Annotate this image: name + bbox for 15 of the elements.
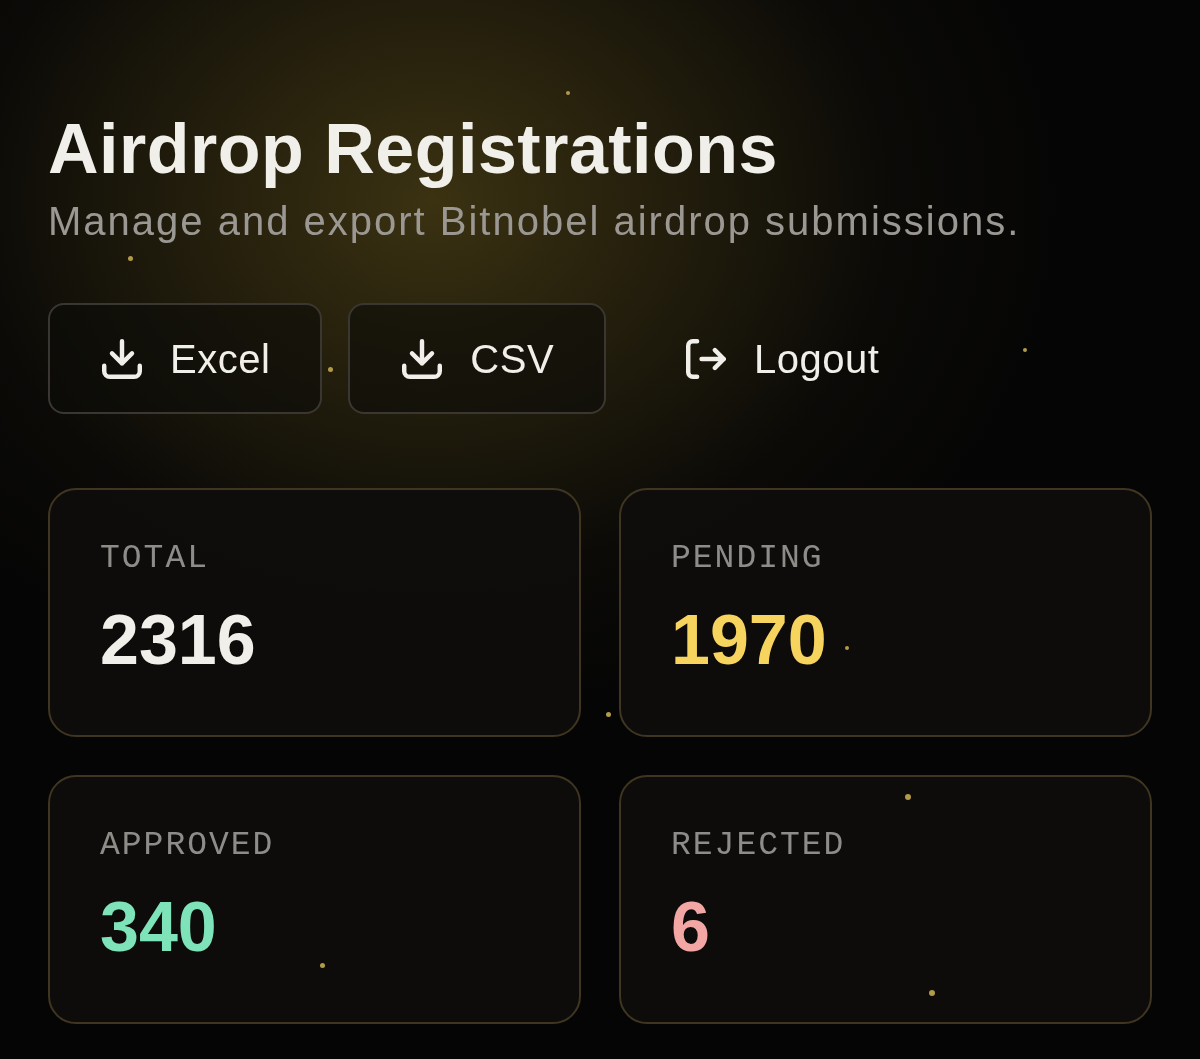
stat-label: APPROVED bbox=[100, 829, 275, 862]
page-subtitle: Manage and export Bitnobel airdrop submissions. bbox=[48, 201, 1022, 241]
download-icon bbox=[402, 338, 443, 379]
stat-value: 2316 bbox=[100, 605, 256, 675]
download-button[interactable]: CSV bbox=[348, 303, 607, 414]
logout-icon bbox=[686, 338, 727, 379]
download-icon bbox=[102, 338, 142, 379]
stat-value: 1970 bbox=[671, 605, 827, 675]
logout-button[interactable]: Logout bbox=[632, 303, 932, 414]
download-button[interactable]: Excel bbox=[48, 303, 323, 414]
stat-label: REJECTED bbox=[671, 829, 846, 862]
stat-label: TOTAL bbox=[100, 542, 210, 575]
stat-label: PENDING bbox=[671, 542, 824, 575]
stat-value: 6 bbox=[671, 892, 710, 962]
stat-value: 340 bbox=[100, 892, 217, 962]
